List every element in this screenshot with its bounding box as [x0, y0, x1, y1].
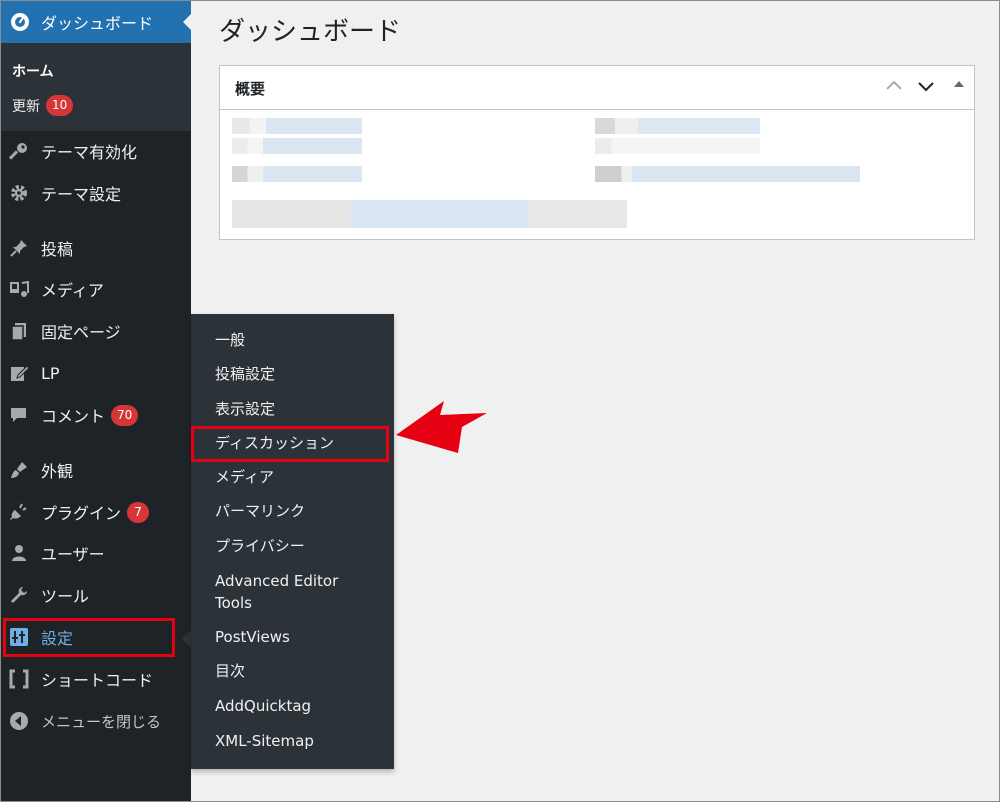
flyout-item-advanced-editor-tools[interactable]: Advanced Editor Tools: [215, 570, 365, 614]
menu-pages[interactable]: 固定ページ: [1, 314, 191, 348]
brackets-icon: [8, 668, 30, 690]
flyout-item-privacy[interactable]: プライバシー: [215, 535, 390, 557]
comment-count-badge: 70: [111, 404, 139, 426]
menu-label: ユーザー: [41, 545, 105, 564]
menu-label: メニューを閉じる: [41, 712, 162, 731]
menu-comments[interactable]: コメント 70: [1, 398, 191, 432]
menu-label: プラグイン: [41, 504, 122, 523]
menu-dashboard-label: ダッシュボード: [41, 14, 154, 33]
flyout-item-reading[interactable]: 表示設定: [215, 398, 390, 420]
menu-label: 固定ページ: [41, 323, 121, 342]
flyout-item-toc[interactable]: 目次: [215, 660, 390, 682]
dashboard-gauge-icon: [11, 13, 29, 31]
plugin-count-badge: 7: [127, 501, 150, 523]
blurred-content: [232, 166, 362, 182]
blurred-content: [232, 200, 627, 228]
menu-shortcode[interactable]: ショートコード: [1, 662, 191, 696]
user-icon: [8, 542, 30, 564]
key-icon: [8, 140, 30, 162]
submenu-update-label: 更新: [12, 98, 40, 115]
media-icon: [8, 278, 30, 300]
blurred-content: [595, 166, 860, 182]
menu-plugins[interactable]: プラグイン 7: [1, 495, 191, 529]
blurred-content: [595, 118, 760, 134]
current-page-arrow: [183, 13, 192, 31]
menu-label: ツール: [41, 587, 90, 606]
admin-sidebar: ダッシュボード ホーム 更新 10 テーマ有効化 テーマ設定 投稿 メディア 固…: [1, 1, 192, 801]
page-title: ダッシュボード: [219, 17, 402, 47]
menu-dashboard[interactable]: ダッシュボード: [1, 1, 192, 43]
menu-tools[interactable]: ツール: [1, 578, 191, 612]
edit-icon: [8, 362, 30, 384]
menu-label: コメント: [41, 407, 106, 426]
menu-media[interactable]: メディア: [1, 272, 191, 306]
comment-icon: [8, 404, 30, 426]
flyout-item-writing[interactable]: 投稿設定: [215, 363, 390, 385]
menu-label: ショートコード: [41, 671, 154, 690]
flyout-item-postviews[interactable]: PostViews: [215, 626, 390, 648]
flyout-item-permalinks[interactable]: パーマリンク: [215, 500, 390, 522]
menu-label: 外観: [41, 462, 74, 481]
submenu-home[interactable]: ホーム: [12, 61, 54, 81]
menu-appearance[interactable]: 外観: [1, 453, 191, 487]
panel-title: 概要: [235, 80, 266, 98]
menu-label: テーマ設定: [41, 185, 122, 204]
discussion-highlight-box: [191, 426, 389, 462]
settings-flyout-menu: 一般 投稿設定 表示設定 ディスカッション メディア パーマリンク プライバシー…: [191, 314, 394, 769]
dashboard-submenu: [1, 43, 191, 131]
menu-theme-activation[interactable]: テーマ有効化: [1, 134, 191, 168]
menu-posts[interactable]: 投稿: [1, 231, 191, 265]
blurred-content: [232, 118, 362, 134]
menu-label: メディア: [41, 281, 104, 300]
toggle-panel-icon[interactable]: [948, 77, 970, 99]
update-count-badge: 10: [46, 95, 74, 116]
move-up-icon[interactable]: [883, 77, 905, 99]
flyout-item-media[interactable]: メディア: [215, 466, 390, 488]
blurred-content: [232, 138, 362, 154]
plugin-icon: [8, 501, 30, 523]
submenu-update[interactable]: 更新 10: [12, 95, 74, 116]
menu-label: 投稿: [41, 240, 74, 259]
pages-icon: [8, 320, 30, 342]
screen: ダッシュボード ホーム 更新 10 テーマ有効化 テーマ設定 投稿 メディア 固…: [0, 0, 1000, 802]
gear-icon: [8, 182, 30, 204]
collapse-icon: [8, 710, 30, 732]
menu-theme-settings[interactable]: テーマ設定: [1, 176, 191, 210]
flyout-notch: [182, 630, 191, 648]
move-down-icon[interactable]: [915, 77, 937, 99]
menu-label: LP: [41, 363, 60, 383]
settings-highlight-box: [3, 618, 175, 657]
wrench-icon: [8, 584, 30, 606]
menu-lp[interactable]: LP: [1, 356, 191, 390]
flyout-item-general[interactable]: 一般: [215, 329, 390, 351]
flyout-item-addquicktag[interactable]: AddQuicktag: [215, 695, 390, 717]
menu-label: テーマ有効化: [41, 143, 138, 162]
panel-header: 概要: [220, 66, 974, 110]
red-pointer-arrow-icon: [396, 401, 487, 453]
menu-users[interactable]: ユーザー: [1, 536, 191, 570]
brush-icon: [8, 459, 30, 481]
blurred-content: [595, 138, 760, 154]
menu-collapse[interactable]: メニューを閉じる: [1, 704, 191, 738]
overview-panel: 概要: [219, 65, 975, 240]
flyout-item-xml-sitemap[interactable]: XML-Sitemap: [215, 730, 390, 752]
pin-icon: [8, 237, 30, 259]
